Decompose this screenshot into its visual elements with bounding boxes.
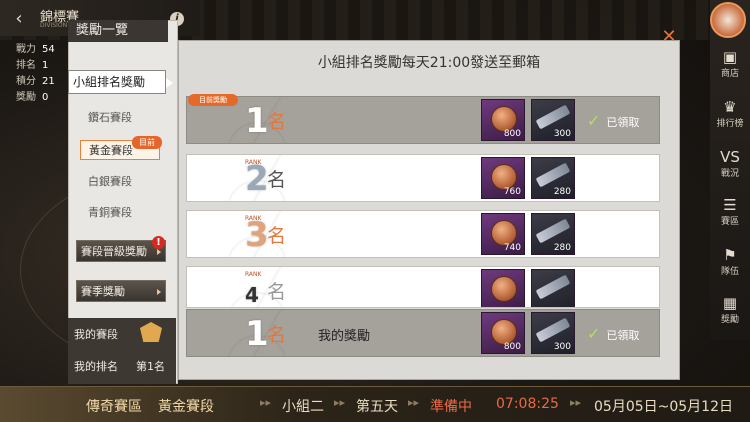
- reward-row-rank-4: RANK 4 名: [186, 266, 660, 308]
- stat-points: 積分 21: [16, 76, 55, 87]
- blade-item[interactable]: 300: [531, 312, 575, 354]
- reward-icon: ▦: [722, 294, 738, 312]
- my-rank-value: 第1名: [136, 360, 165, 373]
- my-reward-label: 我的獎勵: [318, 329, 371, 344]
- rank-number: 2: [245, 159, 269, 199]
- side-item-team[interactable]: ⚑ 隊伍: [710, 246, 750, 277]
- blade-item[interactable]: 300: [531, 99, 575, 141]
- tier-bronze[interactable]: 青銅賽段: [80, 203, 160, 223]
- sword-icon: [535, 317, 571, 343]
- side-item-battle[interactable]: VS 戰況: [710, 148, 750, 179]
- rank-label: 名: [267, 111, 287, 133]
- group-label: 小組二: [282, 399, 324, 415]
- tier-silver[interactable]: 白銀賽段: [80, 172, 160, 192]
- current-reward-badge: 目前獎勵: [188, 94, 238, 106]
- my-tier-info: 我的賽段 我的排名 第1名: [68, 318, 176, 384]
- day-label: 第五天: [356, 399, 398, 415]
- gold-tier-icon: [140, 322, 162, 342]
- my-rank-label: 我的排名: [74, 360, 118, 373]
- rank-label: 名: [267, 225, 287, 247]
- reward-overview-header: 獎勵一覽: [68, 20, 168, 42]
- page-subtitle: DIVISION: [40, 22, 68, 29]
- bottom-status-bar: 傳奇賽區 黃金賽段 ▸▸ 小組二 ▸▸ 第五天 ▸▸ 準備中 07:08:25 …: [0, 386, 750, 422]
- rank-label: 名: [267, 169, 287, 191]
- blade-item[interactable]: [531, 269, 575, 307]
- medal-icon: [491, 276, 517, 302]
- coin-item[interactable]: 740: [481, 213, 525, 255]
- coin-item[interactable]: 800: [481, 312, 525, 354]
- player-stats: 戰力 54 排名 1 積分 21 獎勵 0: [16, 42, 55, 106]
- current-tier-badge: 目前: [132, 136, 162, 149]
- back-button[interactable]: ‹: [8, 8, 30, 30]
- tier-diamond[interactable]: 鑽石賽段: [80, 108, 160, 128]
- stat-power: 戰力 54: [16, 44, 55, 55]
- stat-reward: 獎勵 0: [16, 92, 49, 103]
- my-reward-row: 1 名 800 300 ✓ 已領取: [186, 309, 660, 357]
- tier-label: 黃金賽段: [158, 399, 214, 415]
- reward-row-rank-1: 1 名 800 300 ✓ 已領取: [186, 96, 660, 144]
- reward-row-rank-2: RANK 2 名 760 280: [186, 154, 660, 202]
- close-icon[interactable]: ✕: [660, 28, 678, 46]
- vs-icon: VS: [720, 148, 740, 166]
- zone-label: 傳奇賽區: [86, 399, 142, 415]
- side-item-reward[interactable]: ▦ 獎勵: [710, 294, 750, 325]
- date-range: 05月05日~05月12日: [594, 399, 733, 415]
- rank-label: 名: [267, 281, 287, 303]
- side-item-ranking[interactable]: ♛ 排行榜: [710, 98, 750, 129]
- side-item-zone[interactable]: ☰ 賽區: [710, 196, 750, 227]
- claimed-status: ✓ 已領取: [587, 111, 640, 130]
- coin-item[interactable]: 760: [481, 157, 525, 199]
- rules-icon: ☰: [723, 196, 737, 214]
- guild-emblem-icon[interactable]: [710, 2, 746, 38]
- reward-panel-title: 小組排名獎勵每天21:00發送至郵箱: [317, 55, 541, 71]
- blade-item[interactable]: 280: [531, 213, 575, 255]
- check-icon: ✓: [587, 324, 601, 343]
- rank-number: 4: [245, 283, 259, 307]
- coin-item[interactable]: 800: [481, 99, 525, 141]
- rank-number: 3: [245, 215, 269, 255]
- check-icon: ✓: [587, 111, 601, 130]
- tab-group-rank-reward[interactable]: 小組排名獎勵: [68, 70, 173, 94]
- status-label: 準備中: [430, 399, 472, 415]
- alert-icon: !: [152, 236, 165, 249]
- side-item-shop[interactable]: ▣ 商店: [710, 48, 750, 79]
- rank-number: 1: [245, 101, 269, 141]
- sword-icon: [535, 162, 571, 188]
- sword-icon: [535, 274, 571, 300]
- rank-number: 1: [245, 314, 269, 354]
- reward-row-rank-3: RANK 3 名 740 280: [186, 210, 660, 258]
- sword-icon: [535, 104, 571, 130]
- countdown-timer: 07:08:25: [496, 396, 559, 412]
- rank-label: 名: [267, 324, 287, 346]
- my-tier-label: 我的賽段: [74, 328, 118, 341]
- blade-item[interactable]: 280: [531, 157, 575, 199]
- trophy-icon: ♛: [723, 98, 737, 116]
- claimed-status: ✓ 已領取: [587, 324, 640, 343]
- sword-icon: [535, 218, 571, 244]
- coin-item[interactable]: [481, 269, 525, 307]
- shop-icon: ▣: [722, 48, 738, 66]
- season-reward-button[interactable]: 賽季獎勵: [76, 280, 166, 302]
- stat-rank: 排名 1: [16, 60, 49, 71]
- team-icon: ⚑: [723, 246, 737, 264]
